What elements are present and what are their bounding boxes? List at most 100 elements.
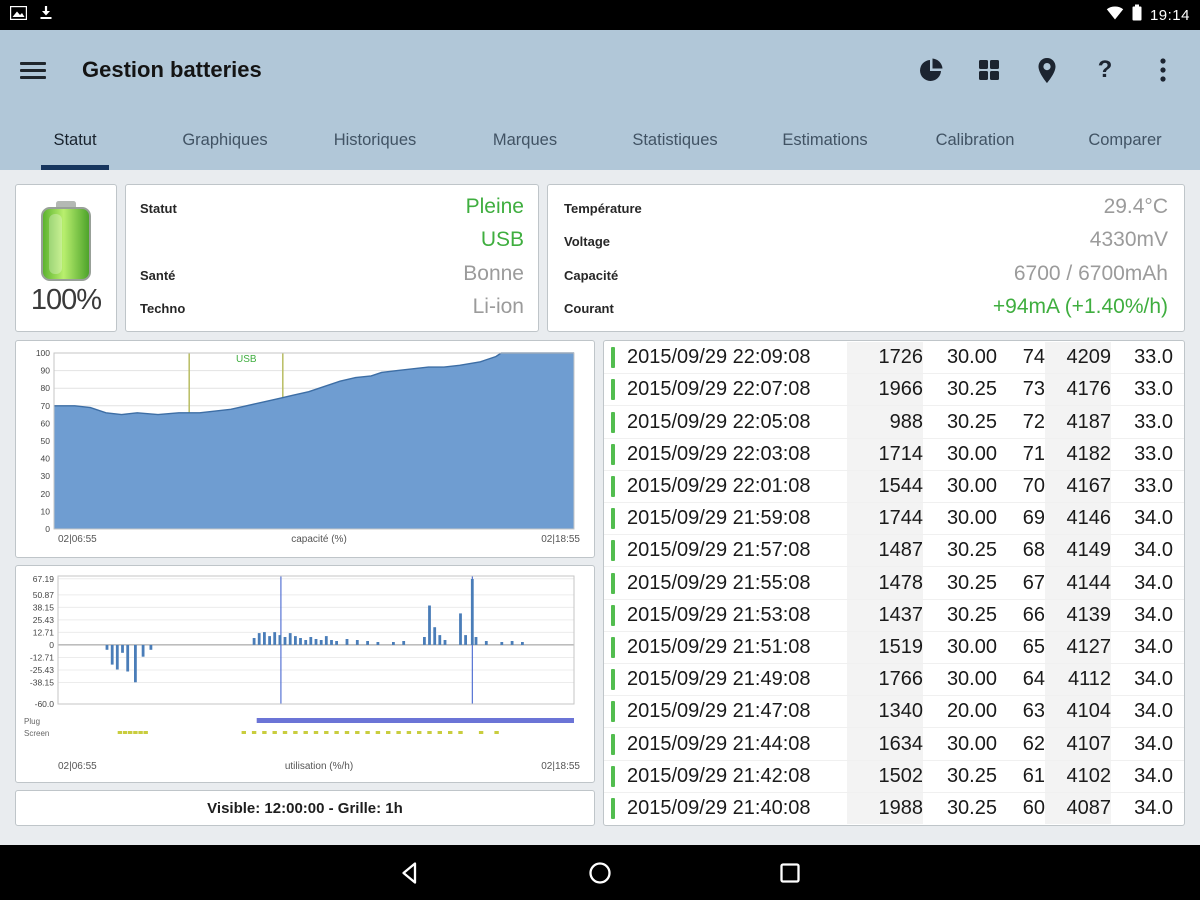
- svg-text:12.71: 12.71: [33, 627, 55, 637]
- table-cell: 1726: [847, 342, 923, 373]
- table-cell: 4102: [1045, 761, 1111, 792]
- table-cell: 34.0: [1111, 696, 1173, 727]
- table-cell: 2015/09/29 21:57:08: [621, 535, 847, 566]
- table-cell: 34.0: [1111, 535, 1173, 566]
- tab-graphiques[interactable]: Graphiques: [150, 110, 300, 170]
- table-cell: 1544: [847, 471, 923, 502]
- table-cell: 1487: [847, 535, 923, 566]
- field-value: USB: [481, 228, 524, 252]
- table-cell: 33.0: [1111, 439, 1173, 470]
- table-cell: 2015/09/29 21:51:08: [621, 632, 847, 663]
- field-value: 6700 / 6700mAh: [1014, 262, 1168, 286]
- location-icon[interactable]: [1034, 56, 1060, 84]
- table-cell: 60: [997, 793, 1045, 824]
- tab-comparer[interactable]: Comparer: [1050, 110, 1200, 170]
- row-status-tick: [611, 412, 615, 433]
- tab-calibration[interactable]: Calibration: [900, 110, 1050, 170]
- tab-statut[interactable]: Statut: [0, 110, 150, 170]
- field-value: +94mA (+1.40%/h): [993, 295, 1168, 319]
- capacity-chart[interactable]: 0102030405060708090100USB: [22, 347, 578, 533]
- help-icon[interactable]: ?: [1092, 56, 1118, 84]
- table-cell: 33.0: [1111, 374, 1173, 405]
- table-cell: 4139: [1045, 600, 1111, 631]
- table-row[interactable]: 2015/09/29 21:40:08198830.2560408734.0: [604, 793, 1184, 824]
- table-cell: 70: [997, 471, 1045, 502]
- table-cell: 1714: [847, 439, 923, 470]
- table-row[interactable]: 2015/09/29 21:47:08134020.0063410434.0: [604, 696, 1184, 728]
- tab-label: Estimations: [782, 131, 867, 150]
- table-cell: 68: [997, 535, 1045, 566]
- tab-label: Statistiques: [632, 131, 717, 150]
- table-cell: 2015/09/29 21:49:08: [621, 664, 847, 695]
- tab-estimations[interactable]: Estimations: [750, 110, 900, 170]
- table-cell: 30.00: [923, 664, 997, 695]
- svg-text:-12.71: -12.71: [30, 652, 54, 662]
- table-cell: 30.25: [923, 406, 997, 437]
- table-cell: 2015/09/29 21:42:08: [621, 761, 847, 792]
- table-row[interactable]: 2015/09/29 22:05:0898830.2572418733.0: [604, 406, 1184, 438]
- table-row[interactable]: 2015/09/29 22:07:08196630.2573417633.0: [604, 374, 1184, 406]
- table-row[interactable]: 2015/09/29 21:57:08148730.2568414934.0: [604, 535, 1184, 567]
- table-cell: 64: [997, 664, 1045, 695]
- apps-grid-icon[interactable]: [976, 56, 1002, 84]
- table-cell: 4127: [1045, 632, 1111, 663]
- table-cell: 67: [997, 567, 1045, 598]
- table-cell: 33.0: [1111, 342, 1173, 373]
- field-label: Capacité: [564, 268, 618, 283]
- row-status-tick: [611, 476, 615, 497]
- table-cell: 34.0: [1111, 600, 1173, 631]
- row-status-tick: [611, 637, 615, 658]
- row-status-tick: [611, 605, 615, 626]
- nav-bar: [0, 845, 1200, 900]
- table-row[interactable]: 2015/09/29 21:49:08176630.0064411234.0: [604, 664, 1184, 696]
- table-row[interactable]: 2015/09/29 21:44:08163430.0062410734.0: [604, 728, 1184, 760]
- svg-text:-60.0: -60.0: [35, 699, 55, 709]
- row-status-tick: [611, 669, 615, 690]
- overflow-icon[interactable]: [1150, 56, 1176, 84]
- home-icon[interactable]: [587, 860, 613, 886]
- table-cell: 2015/09/29 21:40:08: [621, 793, 847, 824]
- system-update-icon: [39, 5, 53, 25]
- table-row[interactable]: 2015/09/29 21:55:08147830.2567414434.0: [604, 567, 1184, 599]
- table-cell: 30.00: [923, 728, 997, 759]
- svg-text:USB: USB: [236, 354, 257, 365]
- wifi-icon: [1106, 6, 1124, 25]
- svg-text:25.43: 25.43: [33, 615, 55, 625]
- field-row: Capacité 6700 / 6700mAh: [564, 262, 1168, 286]
- table-row[interactable]: 2015/09/29 21:59:08174430.0069414634.0: [604, 503, 1184, 535]
- table-cell: 2015/09/29 21:59:08: [621, 503, 847, 534]
- menu-icon[interactable]: [20, 62, 46, 79]
- svg-text:70: 70: [41, 401, 51, 411]
- table-cell: 1478: [847, 567, 923, 598]
- table-cell: 2015/09/29 22:05:08: [621, 406, 847, 437]
- table-cell: 63: [997, 696, 1045, 727]
- pie-chart-icon[interactable]: [917, 56, 944, 84]
- table-row[interactable]: 2015/09/29 22:09:08172630.0074420933.0: [604, 342, 1184, 374]
- recents-icon[interactable]: [777, 860, 803, 886]
- svg-text:50: 50: [41, 436, 51, 446]
- field-row: StatutPleine: [140, 195, 524, 219]
- table-row[interactable]: 2015/09/29 21:42:08150230.2561410234.0: [604, 761, 1184, 793]
- tab-statistiques[interactable]: Statistiques: [600, 110, 750, 170]
- field-label: Santé: [140, 268, 175, 283]
- tab-marques[interactable]: Marques: [450, 110, 600, 170]
- back-icon[interactable]: [397, 860, 423, 886]
- table-cell: 4149: [1045, 535, 1111, 566]
- table-cell: 4104: [1045, 696, 1111, 727]
- table-row[interactable]: 2015/09/29 21:53:08143730.2566413934.0: [604, 600, 1184, 632]
- visible-range-bar[interactable]: Visible: 12:00:00 - Grille: 1h: [15, 790, 595, 826]
- table-cell: 2015/09/29 22:03:08: [621, 439, 847, 470]
- table-row[interactable]: 2015/09/29 21:51:08151930.0065412734.0: [604, 632, 1184, 664]
- table-row[interactable]: 2015/09/29 22:03:08171430.0071418233.0: [604, 439, 1184, 471]
- table-cell: 4144: [1045, 567, 1111, 598]
- field-value: 4330mV: [1090, 228, 1168, 252]
- usage-chart[interactable]: 67.1950.8738.1525.4312.710-12.71-25.43-3…: [22, 572, 578, 760]
- battery-full-icon: [39, 199, 93, 283]
- svg-text:30: 30: [41, 471, 51, 481]
- field-label: Courant: [564, 301, 614, 316]
- tab-historiques[interactable]: Historiques: [300, 110, 450, 170]
- table-cell: 2015/09/29 22:09:08: [621, 342, 847, 373]
- table-row[interactable]: 2015/09/29 22:01:08154430.0070416733.0: [604, 471, 1184, 503]
- row-status-tick: [611, 701, 615, 722]
- table-cell: 66: [997, 600, 1045, 631]
